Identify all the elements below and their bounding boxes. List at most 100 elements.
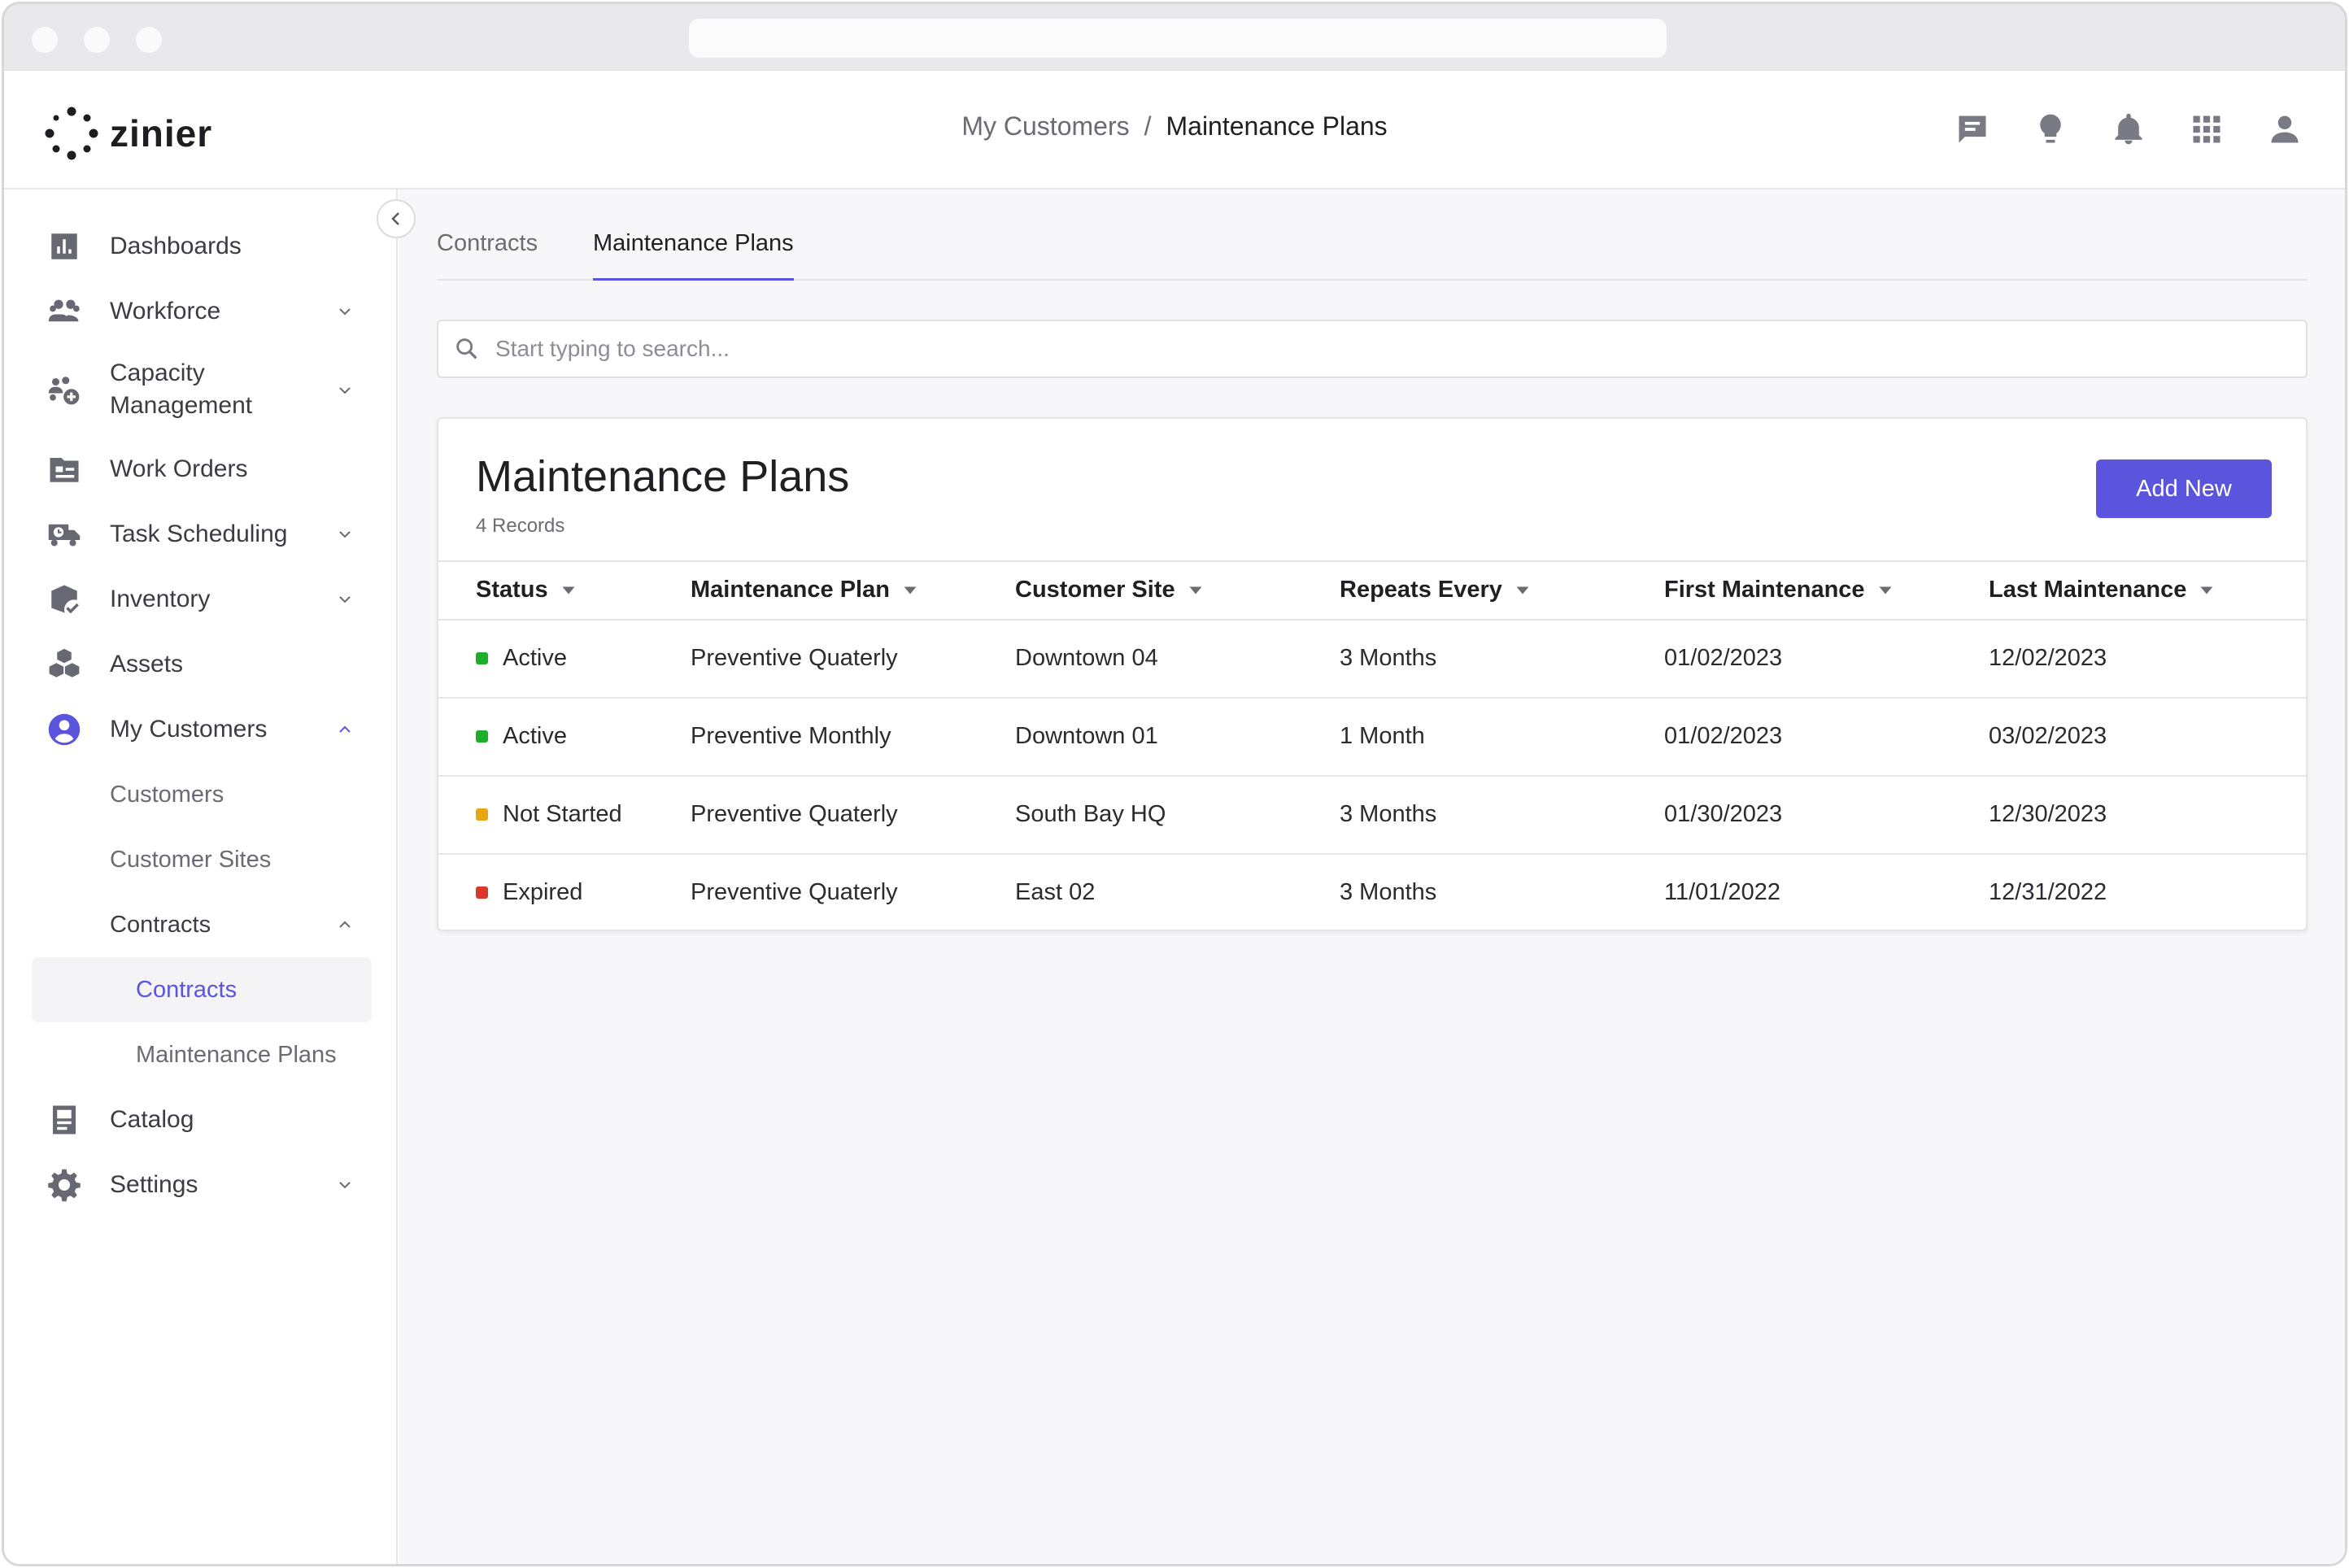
search-box[interactable] bbox=[437, 320, 2308, 378]
people-icon bbox=[46, 294, 82, 329]
sidebar-item-catalog[interactable]: Catalog bbox=[4, 1097, 398, 1143]
table-row[interactable]: Expired Preventive Quaterly East 02 3 Mo… bbox=[438, 855, 2306, 933]
first-maintenance-cell: 01/30/2023 bbox=[1664, 801, 1783, 827]
column-header-first-maintenance[interactable]: First Maintenance bbox=[1664, 577, 1893, 603]
column-header-label: Repeats Every bbox=[1340, 577, 1502, 603]
sidebar-subitem-customers[interactable]: Customers bbox=[4, 772, 398, 817]
window-minimize-dot[interactable] bbox=[84, 27, 110, 53]
column-header-repeats-every[interactable]: Repeats Every bbox=[1340, 577, 1530, 603]
gear-icon bbox=[46, 1167, 82, 1203]
status-cell: Active bbox=[476, 723, 567, 750]
last-maintenance-cell: 12/02/2023 bbox=[1989, 645, 2107, 671]
status-label: Active bbox=[503, 723, 567, 749]
window-maximize-dot[interactable] bbox=[136, 27, 162, 53]
sidebar-item-settings[interactable]: Settings bbox=[4, 1162, 398, 1208]
search-input[interactable] bbox=[495, 336, 2177, 362]
user-icon[interactable] bbox=[2267, 110, 2303, 149]
sidebar-subitem-label: Customer Sites bbox=[110, 846, 272, 873]
sidebar-item-label-line2: Management bbox=[110, 392, 253, 419]
sidebar-item-label: Task Scheduling bbox=[110, 520, 288, 547]
status-label: Active bbox=[503, 645, 567, 671]
sidebar-item-label: My Customers bbox=[110, 716, 268, 743]
book-icon bbox=[46, 1102, 82, 1138]
record-count: 4 Records bbox=[476, 515, 565, 537]
breadcrumb-parent[interactable]: My Customers bbox=[961, 111, 1129, 141]
sidebar-item-dashboards[interactable]: Dashboards bbox=[4, 224, 398, 269]
window-close-dot[interactable] bbox=[32, 27, 58, 53]
status-indicator bbox=[476, 886, 488, 899]
column-header-label: Last Maintenance bbox=[1989, 577, 2187, 603]
sidebar-subitem-customer-sites[interactable]: Customer Sites bbox=[4, 837, 398, 882]
column-header-label: First Maintenance bbox=[1664, 577, 1865, 603]
maintenance-plans-table: Status Maintenance Plan Customer Site Re… bbox=[438, 560, 2306, 933]
sidebar-item-label: Assets bbox=[110, 651, 184, 677]
plan-cell: Preventive Quaterly bbox=[691, 645, 898, 671]
column-header-maintenance-plan[interactable]: Maintenance Plan bbox=[691, 577, 917, 603]
plan-cell: Preventive Quaterly bbox=[691, 801, 898, 827]
sidebar-collapse-button[interactable] bbox=[377, 199, 416, 238]
repeats-cell: 3 Months bbox=[1340, 645, 1437, 671]
sort-caret-icon bbox=[562, 586, 575, 594]
lightbulb-icon[interactable] bbox=[2033, 110, 2068, 149]
sidebar-item-work-orders[interactable]: Work Orders bbox=[4, 446, 398, 492]
repeats-cell: 3 Months bbox=[1340, 879, 1437, 905]
chevron-down-icon bbox=[333, 299, 357, 324]
chevron-down-icon bbox=[333, 587, 357, 612]
table-header: Status Maintenance Plan Customer Site Re… bbox=[438, 560, 2306, 621]
plan-cell: Preventive Monthly bbox=[691, 723, 891, 749]
chevron-up-icon bbox=[333, 912, 357, 937]
add-new-button[interactable]: Add New bbox=[2096, 460, 2272, 518]
tab-contracts[interactable]: Contracts bbox=[437, 230, 538, 281]
table-row[interactable]: Active Preventive Monthly Downtown 01 1 … bbox=[438, 699, 2306, 777]
sidebar-item-workforce[interactable]: Workforce bbox=[4, 289, 398, 334]
table-row[interactable]: Active Preventive Quaterly Downtown 04 3… bbox=[438, 621, 2306, 699]
truck-clock-icon bbox=[46, 516, 82, 552]
sidebar-subitem-contracts-group[interactable]: Contracts bbox=[4, 902, 398, 947]
status-cell: Expired bbox=[476, 879, 582, 906]
sidebar-item-inventory[interactable]: Inventory bbox=[4, 577, 398, 622]
sort-caret-icon bbox=[1516, 586, 1529, 594]
capacity-icon bbox=[46, 372, 82, 408]
repeats-cell: 3 Months bbox=[1340, 801, 1437, 827]
chevron-down-icon bbox=[333, 378, 357, 403]
column-header-customer-site[interactable]: Customer Site bbox=[1015, 577, 1203, 603]
sidebar-item-label: Settings bbox=[110, 1171, 198, 1198]
table-row[interactable]: Not Started Preventive Quaterly South Ba… bbox=[438, 777, 2306, 855]
site-cell: Downtown 04 bbox=[1015, 645, 1158, 671]
first-maintenance-cell: 11/01/2022 bbox=[1664, 879, 1780, 905]
column-header-label: Status bbox=[476, 577, 548, 603]
status-cell: Active bbox=[476, 645, 567, 672]
sidebar-item-capacity-management[interactable]: Capacity Management bbox=[4, 355, 398, 425]
sidebar-subitem-label: Contracts bbox=[136, 976, 238, 1003]
sort-caret-icon bbox=[904, 586, 917, 594]
address-bar[interactable] bbox=[689, 19, 1667, 58]
sidebar-item-my-customers[interactable]: My Customers bbox=[4, 707, 398, 752]
search-icon bbox=[456, 338, 477, 359]
bell-icon[interactable] bbox=[2111, 110, 2146, 149]
card-title: Maintenance Plans bbox=[476, 452, 850, 501]
chevron-down-icon bbox=[333, 522, 357, 547]
customer-circle-icon bbox=[46, 712, 82, 747]
main-content: Contracts Maintenance Plans Maintenance … bbox=[399, 189, 2345, 1564]
tab-maintenance-plans[interactable]: Maintenance Plans bbox=[593, 230, 794, 281]
site-cell: South Bay HQ bbox=[1015, 801, 1166, 827]
sidebar-subitem-label: Contracts bbox=[110, 911, 211, 938]
status-indicator bbox=[476, 730, 488, 743]
sidebar-subitem-contracts[interactable]: Contracts bbox=[4, 967, 398, 1013]
sidebar-item-task-scheduling[interactable]: Task Scheduling bbox=[4, 512, 398, 557]
column-header-status[interactable]: Status bbox=[476, 577, 576, 603]
repeats-cell: 1 Month bbox=[1340, 723, 1425, 749]
status-cell: Not Started bbox=[476, 801, 622, 828]
browser-window: zinier My Customers/Maintenance Plans bbox=[2, 2, 2347, 1566]
breadcrumb-separator: / bbox=[1144, 111, 1152, 141]
sidebar-item-label: Catalog bbox=[110, 1106, 194, 1133]
apps-grid-icon[interactable] bbox=[2189, 110, 2225, 149]
sidebar-item-assets[interactable]: Assets bbox=[4, 642, 398, 687]
chat-icon[interactable] bbox=[1955, 110, 1990, 149]
status-indicator bbox=[476, 808, 488, 821]
site-cell: East 02 bbox=[1015, 879, 1096, 905]
status-indicator bbox=[476, 652, 488, 664]
column-header-last-maintenance[interactable]: Last Maintenance bbox=[1989, 577, 2214, 603]
column-header-label: Maintenance Plan bbox=[691, 577, 890, 603]
sidebar-subitem-maintenance-plans[interactable]: Maintenance Plans bbox=[4, 1032, 398, 1078]
